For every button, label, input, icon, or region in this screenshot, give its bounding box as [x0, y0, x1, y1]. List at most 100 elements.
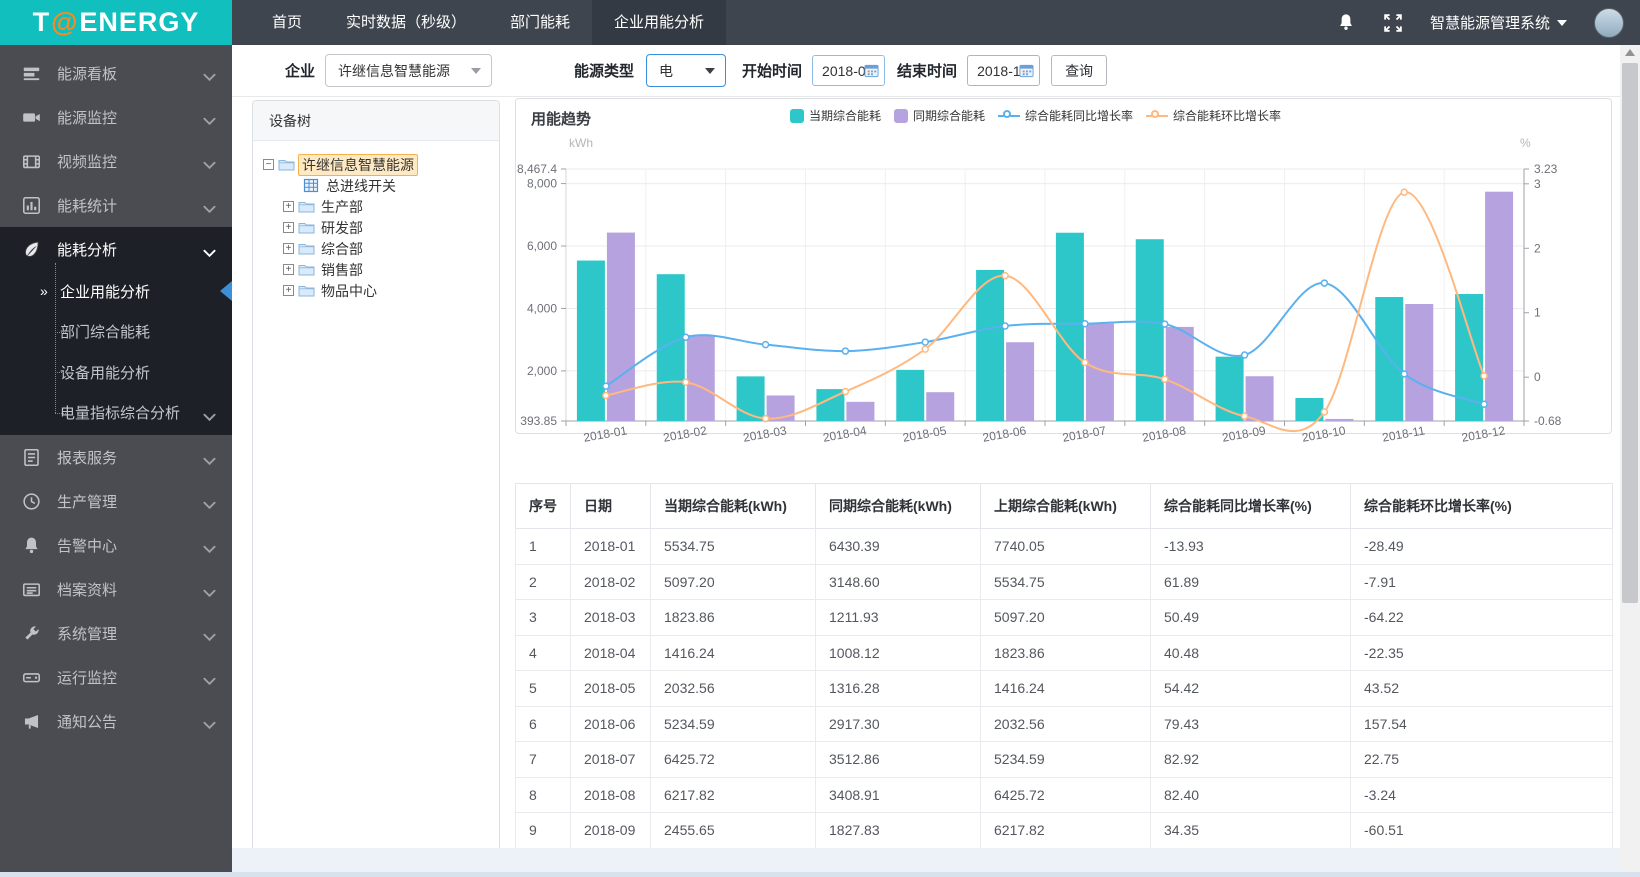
- table-cell: -22.35: [1350, 634, 1613, 671]
- table-cell: -28.49: [1350, 528, 1613, 565]
- sidebar-item-2[interactable]: 视频监控: [0, 139, 232, 183]
- scrollbar-thumb[interactable]: [1622, 63, 1638, 603]
- tree-node-label[interactable]: 许继信息智慧能源: [298, 153, 418, 176]
- active-arrows-icon: »: [40, 283, 48, 300]
- table-cell: 79.43: [1150, 705, 1351, 742]
- calendar-icon: [1019, 63, 1034, 78]
- sidebar-item-9[interactable]: 系统管理: [0, 611, 232, 655]
- chevron-down-icon: [203, 629, 216, 642]
- sidebar-item-7[interactable]: 告警中心: [0, 523, 232, 567]
- filter-bar: 企业 许继信息智慧能源 能源类型 电 开始时间 2018-01 结束时间 201…: [232, 45, 1620, 97]
- folder-icon: [298, 199, 316, 214]
- svg-text:2018-07: 2018-07: [1061, 423, 1107, 444]
- table-cell: 7740.05: [980, 528, 1151, 565]
- legend-item-3[interactable]: 综合能耗环比增长率: [1146, 107, 1281, 124]
- legend-item-1[interactable]: 同期综合能耗: [894, 107, 985, 124]
- notification-bell-icon[interactable]: [1336, 13, 1356, 33]
- tree-expand-toggle[interactable]: +: [283, 264, 294, 275]
- company-select-value: 许继信息智慧能源: [338, 62, 451, 79]
- system-title-dropdown[interactable]: 智慧能源管理系统: [1430, 12, 1567, 33]
- horizontal-scroll-strip[interactable]: [232, 848, 1620, 872]
- chart-legend: 当期综合能耗 同期综合能耗 综合能耗同比增长率 综合能耗环比增长率: [790, 107, 1281, 124]
- sidebar-subitem-0[interactable]: » 企业用能分析: [0, 271, 232, 312]
- chart-canvas: 393.85 2,000 4,000 6,000 8,0008,467.4 -0.68 0 1…: [517, 136, 1562, 445]
- sidebar-item-0[interactable]: 能源看板: [0, 51, 232, 95]
- table-cell: 2018-09: [570, 812, 651, 849]
- tree-node-label[interactable]: 综合部: [318, 239, 366, 259]
- calendar-icon: [864, 63, 879, 78]
- device-tree: − 许继信息智慧能源 总进线开关 + 生产部 + 研发部 + 综合部 + 销售部 + 物品中心: [253, 141, 499, 301]
- nav-tab-2[interactable]: 部门能耗: [488, 0, 592, 45]
- start-time-label: 开始时间: [742, 63, 803, 80]
- tree-expand-toggle[interactable]: +: [283, 222, 294, 233]
- sidebar-item-label: 报表服务: [57, 449, 118, 467]
- tree-node-root[interactable]: − 许继信息智慧能源: [253, 153, 499, 176]
- main-content: 企业 许继信息智慧能源 能源类型 电 开始时间 2018-01 结束时间 201…: [232, 45, 1620, 872]
- header-right: 智慧能源管理系统: [1336, 0, 1624, 45]
- table-row: 6 2018-06 5234.59 2917.30 2032.56 79.43 157.54: [515, 705, 1613, 742]
- energy-type-value: 电: [659, 62, 674, 79]
- table-cell: 61.89: [1150, 563, 1351, 600]
- tree-node-4[interactable]: + 销售部: [253, 259, 499, 280]
- table-cell: 2917.30: [815, 705, 981, 742]
- sidebar-item-11[interactable]: 通知公告: [0, 699, 232, 743]
- table-row: 2 2018-02 5097.20 3148.60 5534.75 61.89 -7.91: [515, 563, 1613, 600]
- tree-node-label[interactable]: 总进线开关: [323, 176, 399, 196]
- table-cell: 22.75: [1350, 741, 1613, 778]
- archive-icon: [22, 580, 41, 599]
- nav-tab-1[interactable]: 实时数据（秒级）: [324, 0, 488, 45]
- tree-collapse-toggle[interactable]: −: [263, 159, 274, 170]
- table-cell: 2018-04: [570, 634, 651, 671]
- sidebar-subitem-2[interactable]: 设备用能分析: [0, 352, 232, 393]
- nav-tab-0[interactable]: 首页: [250, 0, 324, 45]
- column-header-3: 同期综合能耗(kWh): [815, 483, 981, 529]
- sidebar-subitem-1[interactable]: 部门综合能耗: [0, 312, 232, 353]
- table-cell: 43.52: [1350, 670, 1613, 707]
- sidebar-item-label: 能耗统计: [57, 197, 118, 215]
- tree-node-1[interactable]: + 生产部: [253, 196, 499, 217]
- company-select[interactable]: 许继信息智慧能源: [325, 54, 493, 87]
- sidebar-subitem-3[interactable]: 电量指标综合分析: [0, 393, 232, 434]
- sidebar-item-label: 系统管理: [57, 625, 118, 643]
- energy-type-select[interactable]: 电: [646, 54, 727, 87]
- sidebar-item-10[interactable]: 运行监控: [0, 655, 232, 699]
- tree-expand-toggle[interactable]: +: [283, 201, 294, 212]
- table-row: 9 2018-09 2455.65 1827.83 6217.82 34.35 -60.51: [515, 812, 1613, 849]
- table-row: 7 2018-07 6425.72 3512.86 5234.59 82.92 22.75: [515, 741, 1613, 778]
- legend-item-0[interactable]: 当期综合能耗: [790, 107, 881, 124]
- tree-node-0[interactable]: 总进线开关: [253, 175, 499, 196]
- table-cell: 1211.93: [815, 599, 981, 636]
- tree-node-3[interactable]: + 综合部: [253, 238, 499, 259]
- svg-text:2,000: 2,000: [527, 364, 557, 378]
- legend-item-2[interactable]: 综合能耗同比增长率: [998, 107, 1133, 124]
- legend-swatch: [894, 108, 909, 123]
- user-avatar[interactable]: [1594, 7, 1624, 38]
- vertical-scrollbar[interactable]: [1620, 45, 1640, 872]
- scroll-up-arrow-icon[interactable]: [1625, 49, 1635, 56]
- brand-logo: T @ ENERGY: [0, 0, 232, 45]
- sidebar-item-6[interactable]: 生产管理: [0, 479, 232, 523]
- table-row: 4 2018-04 1416.24 1008.12 1823.86 40.48 -22.35: [515, 634, 1613, 671]
- svg-text:3.23: 3.23: [1534, 162, 1558, 176]
- sidebar-item-8[interactable]: 档案资料: [0, 567, 232, 611]
- nav-tab-3[interactable]: 企业用能分析: [592, 0, 727, 45]
- start-date-input[interactable]: 2018-01: [812, 55, 886, 86]
- energy-type-label: 能源类型: [574, 63, 635, 80]
- sidebar-item-4[interactable]: 能耗分析: [0, 227, 232, 271]
- tree-node-label[interactable]: 物品中心: [318, 281, 380, 301]
- end-date-input[interactable]: 2018-12: [967, 55, 1041, 86]
- tree-expand-toggle[interactable]: +: [283, 243, 294, 254]
- fullscreen-icon[interactable]: [1383, 13, 1403, 33]
- tree-node-label[interactable]: 销售部: [318, 260, 366, 280]
- tree-node-label[interactable]: 研发部: [318, 218, 366, 238]
- tree-node-label[interactable]: 生产部: [318, 197, 366, 217]
- tree-node-2[interactable]: + 研发部: [253, 217, 499, 238]
- query-button[interactable]: 查询: [1051, 55, 1108, 86]
- dashboard-icon: [22, 64, 41, 83]
- table-cell: 3148.60: [815, 563, 981, 600]
- tree-node-5[interactable]: + 物品中心: [253, 280, 499, 301]
- sidebar-item-5[interactable]: 报表服务: [0, 435, 232, 479]
- sidebar-item-1[interactable]: 能源监控: [0, 95, 232, 139]
- tree-expand-toggle[interactable]: +: [283, 285, 294, 296]
- sidebar-item-3[interactable]: 能耗统计: [0, 183, 232, 227]
